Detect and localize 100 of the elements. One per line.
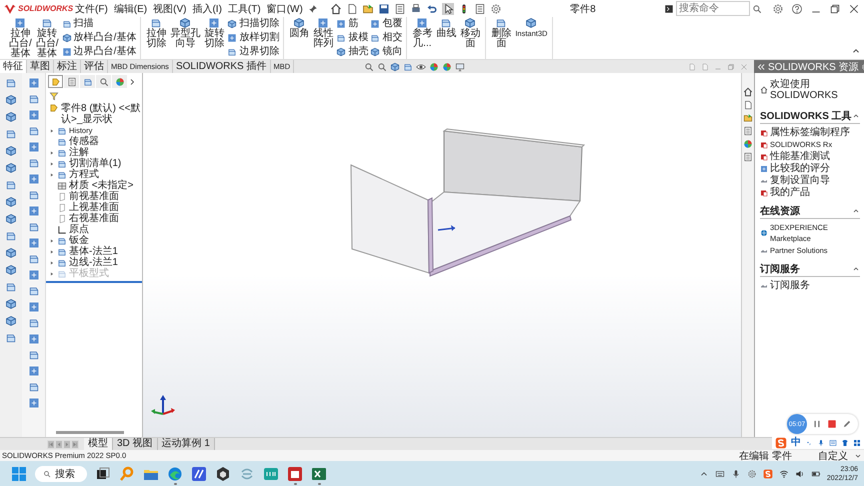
expand-arrow-icon[interactable] (49, 238, 55, 244)
menu-item[interactable]: 工具(T) (226, 2, 262, 16)
task-pane-link[interactable]: 性能基准测试 (770, 151, 830, 162)
command-tab[interactable]: 特征 (0, 60, 27, 73)
close-icon[interactable] (848, 2, 860, 14)
taskbar-search[interactable]: 搜索 (35, 466, 87, 482)
speaker-icon[interactable] (794, 468, 805, 478)
zoom-icon[interactable] (364, 62, 374, 72)
ribbon-button[interactable]: 线性 阵列 (312, 17, 334, 59)
expand-arrow-icon[interactable] (49, 160, 55, 166)
cube-icon[interactable] (5, 111, 17, 123)
ribbon-button[interactable]: 筋 (336, 18, 368, 30)
folder-icon[interactable] (743, 113, 753, 123)
feature-icon[interactable] (28, 93, 40, 105)
feature-icon[interactable] (28, 333, 40, 345)
printer-icon[interactable] (410, 2, 422, 14)
tile-app-icon[interactable] (287, 466, 303, 482)
collapse-icon[interactable] (852, 265, 860, 273)
feature-icon[interactable] (28, 125, 40, 137)
cube-icon[interactable] (5, 128, 17, 140)
save-icon[interactable] (378, 2, 390, 14)
help-icon[interactable] (791, 2, 803, 14)
pin-icon[interactable] (308, 4, 318, 14)
collapse-icon[interactable] (756, 62, 766, 72)
feature-icon[interactable] (28, 349, 40, 361)
tree-item[interactable]: 基体-法兰1 (69, 246, 118, 257)
cube-icon[interactable] (5, 230, 17, 242)
sheet-tab[interactable]: 3D 视图 (113, 438, 158, 450)
feature-icon[interactable] (28, 237, 40, 249)
cube-icon[interactable] (5, 213, 17, 225)
ribbon-button[interactable]: 拔模 (336, 32, 368, 44)
wifi-icon[interactable] (778, 468, 789, 478)
menu-item[interactable]: 视图(V) (152, 2, 188, 16)
feature-icon[interactable] (28, 141, 40, 153)
feature-icon[interactable] (28, 301, 40, 313)
document-icon[interactable] (743, 100, 753, 110)
pointer-icon[interactable] (442, 2, 454, 14)
chevron-icon[interactable] (128, 78, 136, 86)
expand-arrow-icon[interactable] (49, 172, 55, 178)
tree-item[interactable]: 上视基准面 (69, 202, 119, 213)
cube-icon[interactable] (5, 162, 17, 174)
feature-icon[interactable] (28, 253, 40, 265)
search-field[interactable]: 搜索命令 (676, 1, 750, 16)
tree-item[interactable]: 材质 <未指定> (69, 180, 134, 191)
eye-icon[interactable] (416, 62, 426, 72)
input-method-icon[interactable] (775, 436, 787, 448)
ribbon-button[interactable]: 扫描切除 (227, 18, 280, 30)
cube-icon[interactable] (390, 62, 400, 72)
task-view-icon[interactable] (95, 466, 111, 482)
expand-arrow-icon[interactable] (49, 248, 55, 254)
home-icon[interactable] (743, 87, 753, 97)
monitor-icon[interactable] (455, 62, 466, 72)
sheet-tab[interactable]: 运动算例 1 (158, 438, 215, 450)
search-icon[interactable] (752, 4, 762, 14)
folder-icon[interactable] (362, 2, 374, 14)
tree-item[interactable]: 注解 (69, 147, 89, 158)
ribbon-button[interactable]: 曲线 (435, 17, 458, 59)
feature-icon[interactable] (28, 205, 40, 217)
tree-item[interactable]: 边线-法兰1 (69, 257, 118, 268)
pen-icon[interactable] (842, 419, 852, 429)
ribbon-button[interactable]: 放样凸台/基体 (62, 32, 136, 44)
feature-icon[interactable] (28, 317, 40, 329)
command-tab[interactable]: 评估 (81, 60, 108, 73)
stop-icon[interactable] (827, 419, 837, 429)
arrow-icon[interactable] (63, 440, 71, 448)
menu-item[interactable]: 文件(F) (74, 2, 109, 16)
expand-arrow-icon[interactable] (49, 150, 55, 156)
command-tab[interactable]: 草图 (27, 60, 54, 73)
grid-icon[interactable] (853, 438, 861, 446)
ribbon-button[interactable]: 旋转 凸台/ 基体 (34, 17, 60, 59)
command-tab[interactable]: 标注 (54, 60, 81, 73)
tree-item[interactable]: 零件8 (默认) <<默认>_显示状 (61, 103, 142, 125)
feature-icon[interactable] (28, 173, 40, 185)
sphere-icon[interactable] (429, 62, 440, 72)
sphere-icon[interactable] (442, 62, 452, 72)
panel-tab[interactable] (48, 75, 63, 88)
tree-item[interactable]: 原点 (69, 224, 89, 235)
cube-icon[interactable] (5, 281, 17, 293)
scrollbar[interactable] (56, 431, 124, 434)
ribbon-button[interactable]: 移动 面 (459, 17, 482, 59)
ribbon-button[interactable]: 包覆 (370, 18, 402, 30)
list-icon[interactable] (743, 126, 753, 136)
list-icon[interactable] (394, 2, 406, 14)
feature-icon[interactable] (28, 397, 40, 409)
task-pane-link[interactable]: 属性标签编制程序 (770, 127, 850, 138)
cube-icon[interactable] (5, 315, 17, 327)
unit-system[interactable]: 自定义 (818, 448, 848, 462)
cube-icon[interactable] (5, 264, 17, 276)
ribbon-button[interactable]: 拉伸 凸台/ 基体 (8, 17, 33, 59)
ribbon-button[interactable]: 删除 面 (490, 17, 512, 59)
task-pane-link[interactable]: 我的产品 (770, 187, 810, 198)
collapse-icon[interactable] (852, 207, 860, 215)
keyboard-icon[interactable] (714, 468, 725, 478)
panel-tab[interactable] (80, 75, 95, 88)
feature-icon[interactable] (28, 221, 40, 233)
task-pane-link[interactable]: 复制设置向导 (770, 175, 830, 186)
arrow-icon[interactable] (55, 440, 63, 448)
ribbon-button[interactable]: 参考 几... (411, 17, 434, 59)
feature-icon[interactable] (28, 381, 40, 393)
hexagon-icon[interactable] (215, 466, 231, 482)
